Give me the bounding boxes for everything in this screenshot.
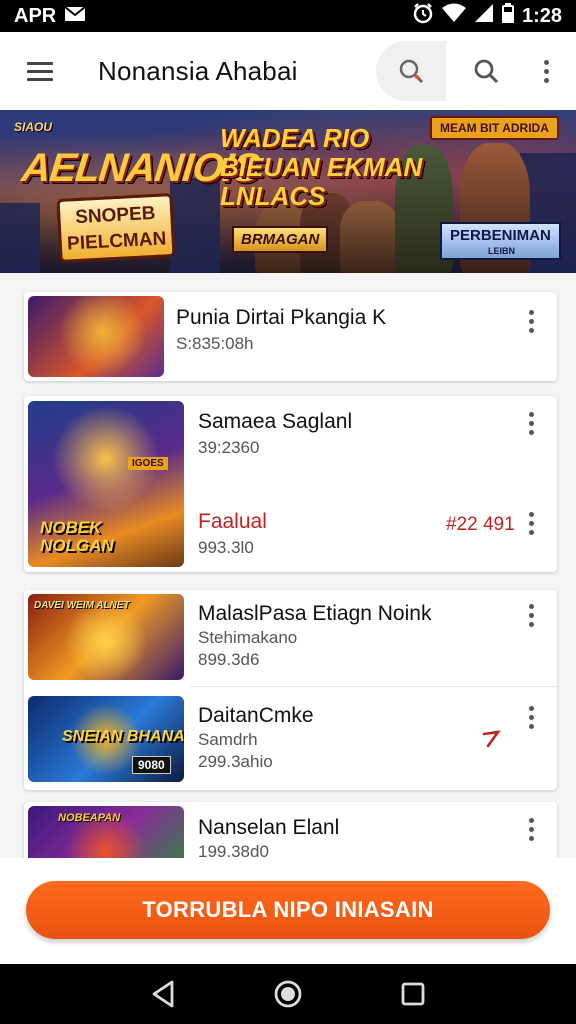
alarm-icon: [412, 2, 434, 30]
item-thumbnail: DAVEI WEIM ALNET: [28, 594, 184, 680]
item-subtitle-b: 299.3ahio: [198, 752, 273, 771]
search-button[interactable]: [456, 32, 516, 110]
search-chip-icon: [399, 59, 424, 84]
status-right: 1:28: [412, 2, 562, 30]
thumbnail-label: DAVEI WEIM ALNET: [34, 600, 130, 611]
screen: APR 1:28 Nonansia Ahabai SIAOU AELNANIOI…: [0, 0, 576, 1024]
promo-banner[interactable]: SIAOU AELNANIOIS SNOPEB PIELCMAN WADEA R…: [0, 110, 576, 273]
banner-tag-left: BRMAGAN: [232, 226, 329, 253]
item-title: Nanselan Elanl: [198, 816, 340, 839]
item-price: #22 491: [446, 514, 515, 535]
item-subtitle: 39:2360: [198, 438, 260, 457]
item-secondary-subtitle: 993.3l0: [198, 538, 254, 557]
item-title: Punia Dirtai Pkangia K: [176, 306, 387, 329]
item-title: DaitanCmke: [198, 704, 314, 727]
item-more-button[interactable]: [519, 600, 543, 630]
more-vert-icon: [528, 411, 534, 435]
item-subtitle: S:835:08h: [176, 334, 254, 353]
item-subtitle-b: 899.3d6: [198, 650, 260, 669]
thumbnail-label: NOBEK NOLGAN: [40, 518, 114, 555]
mail-icon: [64, 5, 86, 28]
more-vert-icon: [528, 511, 534, 535]
status-left: APR: [14, 5, 86, 28]
back-triangle-icon: [152, 980, 174, 1008]
item-thumbnail: SNEIAN BHANA 9080: [28, 696, 184, 782]
menu-button[interactable]: [0, 32, 80, 110]
app-bar: Nonansia Ahabai: [0, 32, 576, 110]
search-chip[interactable]: [376, 41, 446, 101]
wifi-icon: [441, 3, 466, 29]
banner-logo: AELNANIOIS: [19, 146, 261, 190]
item-subtitle: Samdrh: [198, 730, 258, 749]
thumbnail-badge: 9080: [132, 756, 171, 774]
banner-building: [0, 203, 40, 273]
home-circle-icon: [274, 980, 302, 1008]
app-title: Nonansia Ahabai: [98, 55, 298, 86]
item-subtitle: Stehimakano: [198, 628, 298, 647]
back-button[interactable]: [143, 974, 183, 1014]
status-bar: APR 1:28: [0, 0, 576, 32]
list-group: DAVEI WEIM ALNET MalaslPasa Etiagn Noink…: [24, 590, 557, 790]
item-secondary-title: Faalual: [198, 510, 267, 533]
status-time: 1:28: [521, 4, 562, 27]
more-vert-icon: [543, 59, 549, 83]
recents-button[interactable]: [393, 974, 433, 1014]
item-more-button[interactable]: [519, 508, 543, 538]
more-vert-icon: [528, 603, 534, 627]
item-more-button[interactable]: [519, 408, 543, 438]
item-title: MalaslPasa Etiagn Noink: [198, 602, 432, 625]
hamburger-icon: [27, 61, 53, 81]
system-nav-bar: [0, 964, 576, 1024]
status-label: APR: [14, 4, 57, 27]
banner-small-text: SIAOU: [14, 120, 53, 134]
more-vert-icon: [528, 817, 534, 841]
overflow-menu-button[interactable]: [516, 32, 576, 110]
list-item[interactable]: NOBEK NOLGAN IGOES Samaea Saglanl 39:236…: [24, 396, 557, 572]
item-more-button[interactable]: [519, 814, 543, 844]
signal-icon: [474, 3, 494, 29]
recents-square-icon: [401, 982, 425, 1006]
banner-tag-right-sub: LEIBN: [488, 246, 515, 256]
banner-headline: WADEA RIO BIEUAN EKMAN LNLACS: [220, 123, 423, 211]
banner-sub-box: SNOPEB PIELCMAN: [56, 193, 176, 263]
item-more-button[interactable]: [519, 702, 543, 732]
item-thumbnail: [28, 296, 164, 377]
item-thumbnail: NOBEK NOLGAN IGOES: [28, 401, 184, 567]
thumbnail-label: NOBEAPAN: [58, 812, 121, 824]
list-item[interactable]: Punia Dirtai Pkangia K S:835:08h: [24, 292, 557, 381]
more-vert-icon: [528, 705, 534, 729]
battery-icon: [501, 3, 514, 29]
item-more-button[interactable]: [519, 306, 543, 336]
trend-arrow-icon: [480, 726, 504, 755]
search-icon: [474, 59, 499, 84]
item-title: Samaea Saglanl: [198, 410, 353, 433]
primary-action-button[interactable]: TORRUBLA NIPO INIASAIN: [26, 881, 550, 939]
thumbnail-badge: IGOES: [128, 457, 168, 470]
item-divider: [190, 686, 557, 687]
home-button[interactable]: [268, 974, 308, 1014]
banner-ribbon: MEAM BIT ADRIDA: [430, 116, 559, 140]
banner-character: [340, 201, 400, 273]
thumbnail-label: SNEIAN BHANA: [62, 728, 184, 745]
more-vert-icon: [528, 309, 534, 333]
